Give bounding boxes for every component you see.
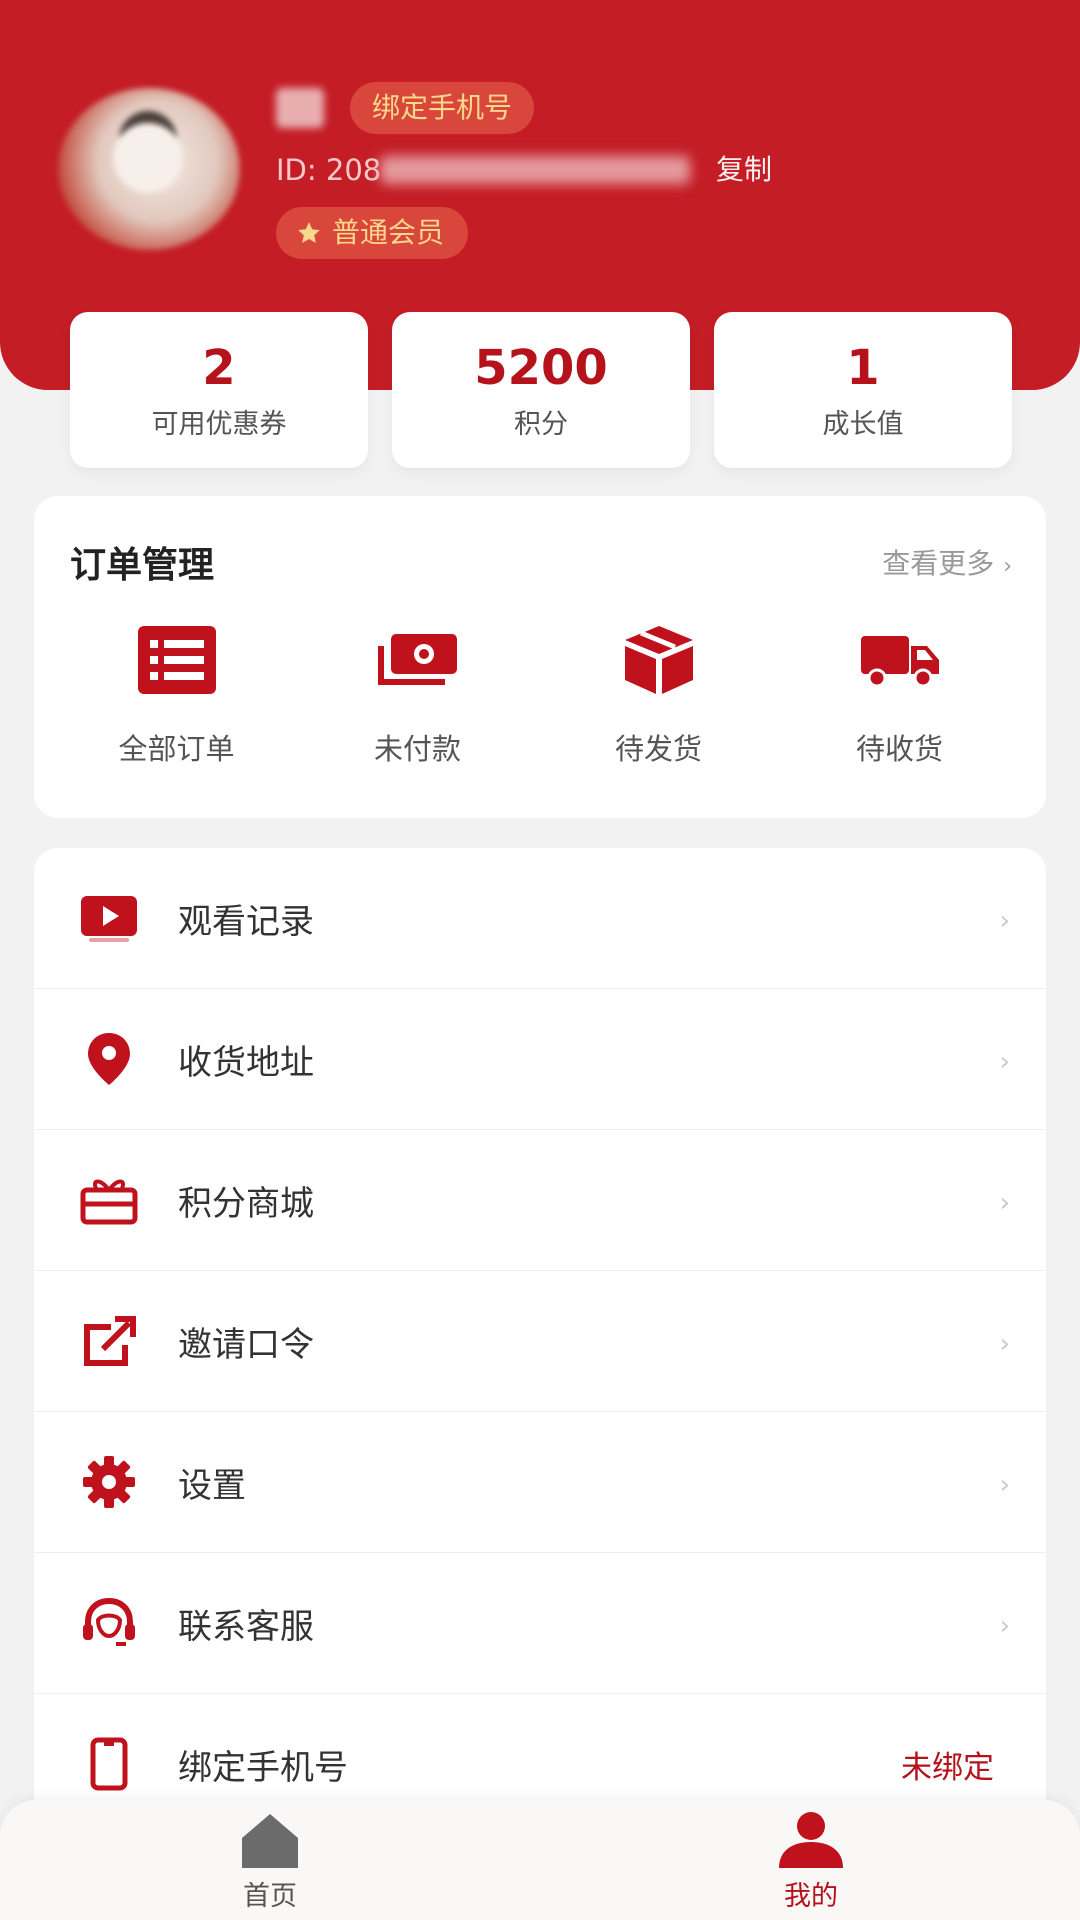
user-id: ID: 208 [276, 153, 382, 187]
chevron-right-icon: › [999, 1329, 1010, 1359]
chevron-right-icon: › [999, 1188, 1010, 1218]
tab-home[interactable]: 首页 [210, 1810, 330, 1913]
menu-label: 观看记录 [178, 901, 314, 942]
member-level-badge[interactable]: 普通会员 [276, 207, 469, 259]
member-level-label: 普通会员 [332, 216, 445, 249]
stats-row: 2 可用优惠券 5200 积分 1 成长值 [70, 312, 1012, 468]
truck-icon [859, 624, 941, 696]
user-icon [779, 1812, 843, 1868]
menu-list: 观看记录 › 收货地址 › 积分商城 › 邀请口令 › 设置 › 联系客服 › [34, 848, 1046, 1848]
bottom-tab-bar: 首页 我的 [0, 1800, 1080, 1920]
stat-label: 可用优惠券 [151, 408, 287, 440]
stat-label: 积分 [514, 408, 568, 440]
order-all[interactable]: 全部订单 [56, 624, 297, 768]
menu-label: 绑定手机号 [178, 1747, 348, 1788]
phone-icon [76, 1734, 142, 1794]
menu-item-address[interactable]: 收货地址 › [34, 989, 1046, 1130]
tab-mine[interactable]: 我的 [751, 1810, 871, 1913]
menu-label: 设置 [178, 1465, 246, 1506]
chevron-right-icon: › [999, 906, 1010, 936]
bind-status: 未绑定 [901, 1749, 994, 1786]
menu-item-customer-service[interactable]: 联系客服 › [34, 1553, 1046, 1694]
order-label: 全部订单 [118, 732, 235, 766]
stat-points[interactable]: 5200 积分 [392, 312, 690, 468]
chevron-right-icon: › [1003, 554, 1012, 579]
menu-label: 邀请口令 [178, 1324, 314, 1365]
menu-label: 积分商城 [178, 1183, 314, 1224]
stat-value: 5200 [474, 339, 608, 396]
tab-label: 我的 [784, 1881, 838, 1912]
gift-icon [76, 1170, 142, 1230]
location-icon [76, 1029, 142, 1089]
cash-icon [377, 624, 459, 696]
order-management-card: 订单管理 查看更多 › 全部订单 未付款 待发货 待收货 [34, 496, 1046, 818]
order-to-ship[interactable]: 待发货 [538, 624, 779, 768]
order-list-icon [136, 624, 218, 696]
view-more-link[interactable]: 查看更多 › [882, 542, 1012, 582]
order-management-title: 订单管理 [70, 545, 215, 586]
menu-item-invite-code[interactable]: 邀请口令 › [34, 1271, 1046, 1412]
avatar[interactable] [58, 88, 240, 250]
chevron-right-icon: › [999, 1611, 1010, 1641]
stat-coupons[interactable]: 2 可用优惠券 [70, 312, 368, 468]
menu-item-watch-history[interactable]: 观看记录 › [34, 848, 1046, 989]
play-icon [76, 888, 142, 948]
order-label: 待收货 [855, 732, 943, 766]
copy-id-button[interactable]: 复制 [716, 150, 772, 190]
home-icon [242, 1814, 298, 1868]
nickname: 昵 [276, 88, 324, 128]
star-icon [298, 222, 320, 243]
stat-label: 成长值 [822, 408, 904, 440]
share-icon [76, 1311, 142, 1371]
stat-value: 1 [846, 339, 880, 396]
bind-phone-badge[interactable]: 绑定手机号 [350, 82, 535, 134]
gear-icon [76, 1452, 142, 1512]
chevron-right-icon: › [999, 1047, 1010, 1077]
user-id-blurred [380, 156, 690, 184]
menu-label: 联系客服 [178, 1606, 314, 1647]
stat-growth[interactable]: 1 成长值 [714, 312, 1012, 468]
menu-item-points-mall[interactable]: 积分商城 › [34, 1130, 1046, 1271]
menu-label: 收货地址 [178, 1042, 314, 1083]
headset-icon [76, 1593, 142, 1653]
order-label: 待发货 [614, 732, 702, 766]
order-to-receive[interactable]: 待收货 [779, 624, 1020, 768]
chevron-right-icon: › [999, 1470, 1010, 1500]
order-label: 未付款 [373, 732, 461, 766]
view-more-label: 查看更多 [882, 547, 995, 580]
tab-label: 首页 [243, 1881, 297, 1912]
order-unpaid[interactable]: 未付款 [297, 624, 538, 768]
menu-item-settings[interactable]: 设置 › [34, 1412, 1046, 1553]
stat-value: 2 [202, 339, 236, 396]
box-icon [618, 624, 700, 696]
